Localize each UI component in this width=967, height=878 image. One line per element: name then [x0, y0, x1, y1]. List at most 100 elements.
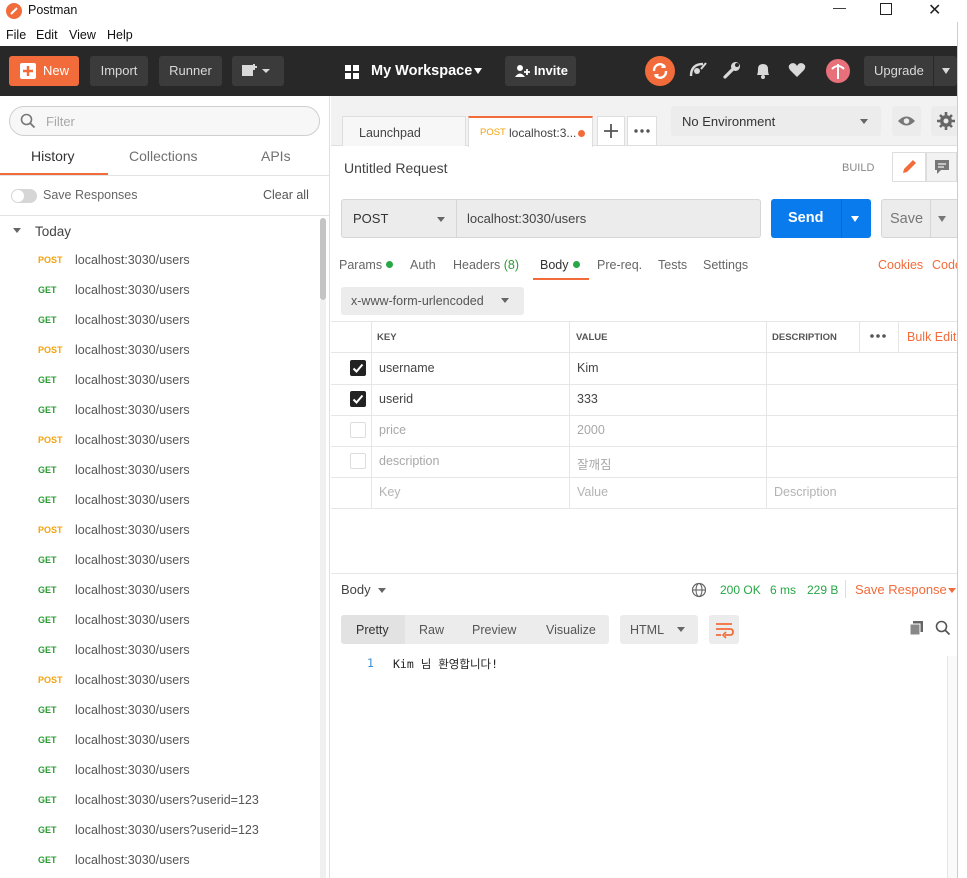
value-placeholder[interactable]: Value — [577, 485, 608, 499]
settings-wrench-icon[interactable] — [722, 60, 742, 80]
param-value[interactable]: 잘깨짐 — [577, 454, 612, 473]
avatar[interactable] — [826, 59, 850, 83]
close-button[interactable]: ✕ — [928, 0, 941, 20]
sidebar-tab-collections[interactable]: Collections — [129, 148, 197, 164]
send-button[interactable]: Send — [771, 199, 871, 238]
response-body-dropdown[interactable]: Body — [341, 581, 401, 601]
view-tab-visualize[interactable]: Visualize — [546, 623, 596, 637]
tabs-menu-button[interactable] — [627, 116, 657, 146]
history-item[interactable]: POST localhost:3030/users — [0, 426, 320, 456]
checkbox-checked[interactable] — [350, 391, 366, 407]
build-mode-button[interactable] — [892, 152, 926, 182]
history-item[interactable]: POST localhost:3030/users — [0, 666, 320, 696]
copy-icon[interactable] — [909, 620, 925, 636]
history-item[interactable]: GET localhost:3030/users — [0, 726, 320, 756]
invite-button[interactable]: Invite — [505, 56, 576, 86]
body-type-selector[interactable]: x-www-form-urlencoded — [341, 287, 524, 315]
request-name[interactable]: Untitled Request — [344, 160, 448, 176]
subtab-auth[interactable]: Auth — [410, 258, 436, 272]
history-item[interactable]: POST localhost:3030/users — [0, 336, 320, 366]
upgrade-button[interactable]: Upgrade — [864, 56, 957, 86]
history-item[interactable]: GET localhost:3030/users — [0, 396, 320, 426]
format-selector[interactable]: HTML — [620, 615, 698, 644]
menu-file[interactable]: File — [6, 28, 26, 42]
history-item[interactable]: GET localhost:3030/users — [0, 456, 320, 486]
runner-button[interactable]: Runner — [159, 56, 222, 86]
method-selector[interactable]: POST — [341, 199, 457, 238]
new-button[interactable]: New — [9, 56, 79, 86]
globe-icon[interactable] — [691, 582, 707, 598]
notifications-bell-icon[interactable] — [753, 60, 773, 80]
history-item[interactable]: POST localhost:3030/users — [0, 246, 320, 276]
param-key[interactable]: userid — [379, 392, 413, 406]
subtab-prereq[interactable]: Pre-req. — [597, 258, 642, 272]
param-value[interactable]: Kim — [577, 361, 599, 375]
new-window-button[interactable] — [232, 56, 284, 86]
url-input[interactable]: localhost:3030/users — [457, 199, 761, 238]
workspace-selector[interactable]: My Workspace — [344, 56, 489, 86]
checkbox-unchecked[interactable] — [350, 422, 366, 438]
history-item[interactable]: GET localhost:3030/users — [0, 606, 320, 636]
view-tab-preview[interactable]: Preview — [472, 623, 516, 637]
history-item[interactable]: GET localhost:3030/users — [0, 486, 320, 516]
search-icon[interactable] — [935, 620, 951, 636]
tab-launchpad[interactable]: Launchpad — [342, 116, 466, 146]
interceptor-icon[interactable] — [688, 60, 708, 80]
more-horizontal-icon[interactable] — [869, 331, 889, 341]
param-key[interactable]: price — [379, 423, 406, 437]
save-button[interactable]: Save — [881, 199, 957, 238]
sync-icon[interactable] — [645, 56, 675, 86]
browse-mode-button[interactable] — [926, 152, 957, 182]
subtab-body[interactable]: Body — [540, 258, 580, 272]
history-item[interactable]: GET localhost:3030/users — [0, 546, 320, 576]
tab-active-request[interactable]: POST localhost:3... — [468, 116, 593, 147]
response-size[interactable]: 229 B — [807, 583, 838, 597]
history-item[interactable]: GET localhost:3030/users — [0, 636, 320, 666]
filter-input[interactable]: Filter — [9, 106, 320, 136]
param-value[interactable]: 2000 — [577, 423, 605, 437]
history-item[interactable]: GET localhost:3030/users — [0, 846, 320, 876]
param-key[interactable]: description — [379, 454, 439, 468]
history-item[interactable]: POST localhost:3030/users — [0, 516, 320, 546]
history-item[interactable]: GET localhost:3030/users — [0, 366, 320, 396]
param-value[interactable]: 333 — [577, 392, 598, 406]
bulk-edit-link[interactable]: Bulk Edit — [907, 330, 956, 344]
menu-edit[interactable]: Edit — [36, 28, 58, 42]
param-key[interactable]: username — [379, 361, 435, 375]
code-link[interactable]: Code — [932, 258, 957, 272]
view-tab-raw[interactable]: Raw — [419, 623, 444, 637]
subtab-headers[interactable]: Headers (8) — [453, 258, 519, 272]
menu-help[interactable]: Help — [107, 28, 133, 42]
description-placeholder[interactable]: Description — [774, 485, 837, 499]
history-item[interactable]: GET localhost:3030/users — [0, 276, 320, 306]
cookies-link[interactable]: Cookies — [878, 258, 923, 272]
key-placeholder[interactable]: Key — [379, 485, 401, 499]
history-item[interactable]: GET localhost:3030/users?userid=123 — [0, 786, 320, 816]
history-item[interactable]: GET localhost:3030/users?userid=123 — [0, 816, 320, 846]
subtab-params[interactable]: Params — [339, 258, 394, 272]
response-status[interactable]: 200 OK — [720, 583, 761, 597]
environment-quick-look-button[interactable] — [892, 106, 921, 136]
menu-view[interactable]: View — [69, 28, 96, 42]
environment-selector[interactable]: No Environment — [671, 106, 881, 136]
response-time[interactable]: 6 ms — [770, 583, 796, 597]
history-item[interactable]: GET localhost:3030/users — [0, 306, 320, 336]
sidebar-scrollbar[interactable] — [320, 218, 326, 300]
new-tab-button[interactable] — [597, 116, 625, 146]
heart-icon[interactable] — [787, 60, 807, 80]
today-group-header[interactable]: Today — [0, 220, 320, 242]
subtab-settings[interactable]: Settings — [703, 258, 748, 272]
import-button[interactable]: Import — [90, 56, 148, 86]
subtab-tests[interactable]: Tests — [658, 258, 687, 272]
sidebar-tab-history[interactable]: History — [31, 148, 75, 164]
sidebar-tab-apis[interactable]: APIs — [261, 148, 291, 164]
minimize-button[interactable]: — — [833, 0, 846, 15]
save-response-button[interactable]: Save Response — [855, 581, 957, 601]
checkbox-unchecked[interactable] — [350, 453, 366, 469]
maximize-button[interactable] — [880, 3, 892, 15]
checkbox-checked[interactable] — [350, 360, 366, 376]
history-item[interactable]: GET localhost:3030/users — [0, 576, 320, 606]
clear-all-button[interactable]: Clear all — [263, 188, 309, 202]
view-tab-pretty[interactable]: Pretty — [341, 615, 405, 644]
manage-environments-button[interactable] — [931, 106, 957, 136]
